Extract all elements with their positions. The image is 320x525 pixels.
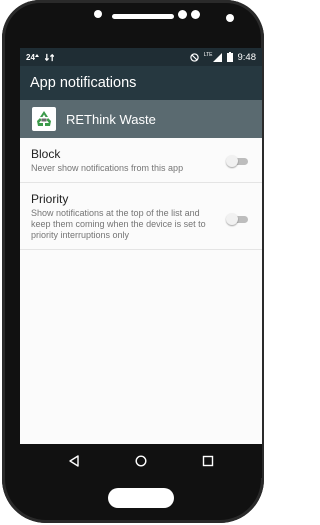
block-setting-row[interactable]: Block Never show notifications from this… bbox=[20, 138, 262, 183]
app-name: REThink Waste bbox=[66, 111, 156, 127]
block-toggle[interactable] bbox=[226, 154, 248, 168]
recents-icon[interactable] bbox=[193, 449, 223, 473]
priority-setting-row[interactable]: Priority Show notifications at the top o… bbox=[20, 183, 262, 250]
status-bar: 24 LTE 9:48 bbox=[20, 48, 262, 66]
app-info-header[interactable]: REThink Waste bbox=[20, 100, 262, 138]
status-time: 9:48 bbox=[237, 51, 257, 63]
priority-description: Show notifications at the top of the lis… bbox=[31, 208, 206, 240]
navigation-bar bbox=[20, 444, 262, 478]
light-sensor-dot bbox=[191, 10, 200, 19]
front-camera-dot bbox=[226, 14, 234, 22]
priority-title: Priority bbox=[31, 192, 69, 206]
screen: 24 LTE 9:48 App notifications REThink Wa… bbox=[20, 48, 262, 444]
physical-home-button[interactable] bbox=[108, 488, 174, 508]
priority-toggle[interactable] bbox=[226, 212, 248, 226]
status-left-text: 24 bbox=[26, 52, 35, 62]
recycle-logo-icon bbox=[32, 107, 56, 131]
proximity-sensor-dot bbox=[178, 10, 187, 19]
front-sensor-dot bbox=[94, 10, 102, 18]
network-label: LTE bbox=[203, 51, 213, 58]
earpiece-speaker bbox=[112, 14, 174, 19]
back-icon[interactable] bbox=[59, 449, 89, 473]
do-not-disturb-icon bbox=[190, 52, 199, 62]
page-title: App notifications bbox=[30, 75, 137, 91]
battery-icon bbox=[226, 52, 233, 62]
home-icon[interactable] bbox=[126, 449, 156, 473]
sync-arrows-icon bbox=[44, 53, 54, 62]
block-description: Never show notifications from this app bbox=[31, 163, 184, 173]
app-bar: App notifications bbox=[20, 66, 262, 100]
lte-signal-icon: LTE bbox=[203, 51, 222, 62]
block-title: Block bbox=[31, 147, 61, 161]
notification-number-icon: 24 bbox=[26, 53, 39, 62]
toggle-thumb bbox=[226, 155, 238, 167]
toggle-thumb bbox=[226, 213, 238, 225]
